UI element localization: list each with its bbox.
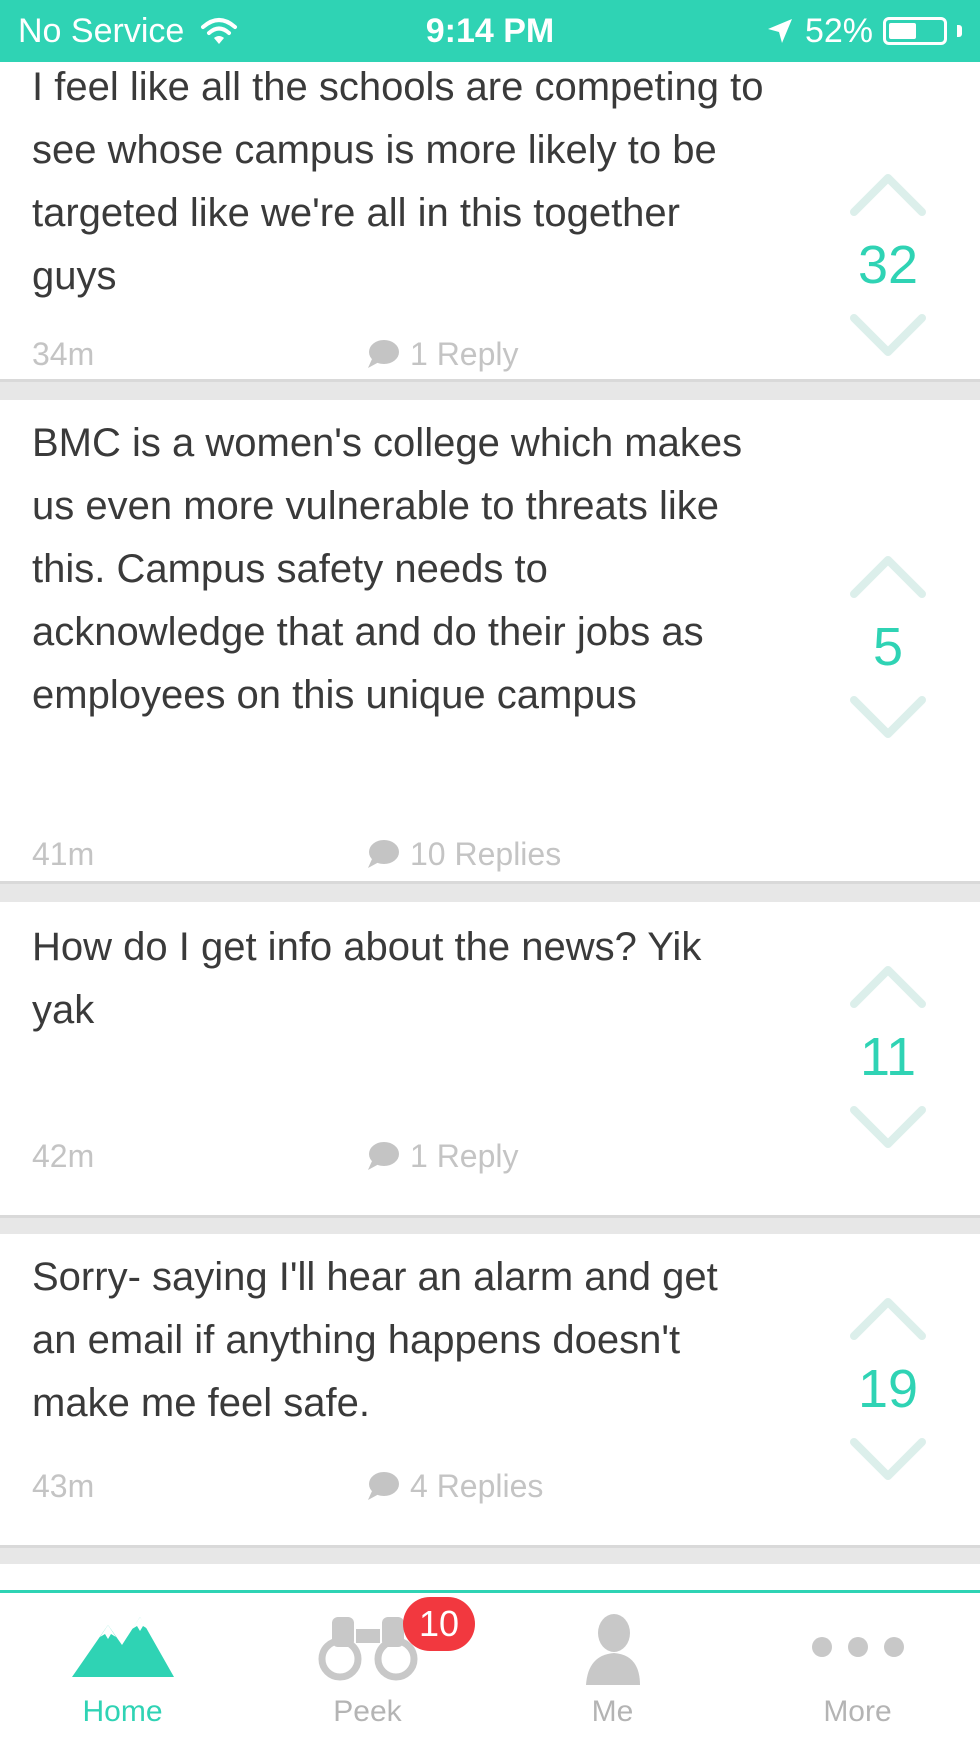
post-time: 42m [32,1138,95,1174]
post-replies[interactable]: 1 Reply [366,1136,519,1176]
downvote-icon[interactable] [848,1104,928,1152]
comment-bubble-icon [368,1142,399,1170]
comment-bubble-icon [368,840,399,868]
tab-more-icon-wrap [735,1611,980,1691]
post-time: 43m [32,1468,95,1504]
downvote-icon[interactable] [848,312,928,360]
tab-peek[interactable]: 10 Peek [245,1593,490,1740]
carrier-label: No Service [18,11,185,50]
post-replies[interactable]: 10 Replies [366,834,561,874]
post-replies[interactable]: 1 Reply [366,334,519,374]
post-text: I feel like all the schools are competin… [32,65,764,298]
upvote-icon[interactable] [848,552,928,600]
battery-tip [957,25,962,37]
clock: 9:14 PM [425,11,555,50]
upvote-icon[interactable] [848,1294,928,1342]
location-arrow-icon [767,19,792,43]
mountain-icon [71,1617,174,1677]
tab-label: More [823,1695,892,1728]
downvote-icon[interactable] [848,694,928,742]
battery-icon [883,17,947,45]
battery-percent: 52% [804,11,873,50]
tab-label: Peek [333,1695,402,1728]
post-card[interactable]: I feel like all the schools are competin… [0,62,980,382]
tab-me-icon-wrap [490,1611,735,1691]
tab-bar: Home 10 Peek Me More [0,1590,980,1740]
tab-home[interactable]: Home [0,1593,245,1740]
post-card-partial[interactable] [0,1564,980,1590]
post-text: BMC is a women's college which makes us … [32,421,743,717]
status-left: No Service [18,12,378,51]
post-text: How do I get info about the news? Yik ya… [32,925,702,1032]
post-card[interactable]: How do I get info about the news? Yik ya… [0,902,980,1218]
reply-count: 10 Replies [410,836,562,872]
battery-level [889,23,917,39]
tab-label: Home [82,1695,163,1728]
post-card[interactable]: Sorry- saying I'll hear an alarm and get… [0,1234,980,1548]
post-replies[interactable]: 4 Replies [366,1466,543,1506]
wifi-icon [201,18,238,44]
downvote-icon[interactable] [848,1436,928,1484]
tab-me[interactable]: Me [490,1593,735,1740]
comment-bubble-icon [368,340,399,368]
vote-control: 19 [838,1294,938,1484]
vote-control: 11 [838,962,938,1152]
person-icon [585,1614,640,1685]
more-dots-icon [811,1637,904,1657]
vote-control: 5 [838,552,938,742]
tab-home-icon-wrap [0,1611,245,1691]
vote-count: 19 [857,1359,919,1419]
vote-count: 11 [859,1027,917,1087]
status-bar: No Service 9:14 PM 52% [0,0,980,62]
vote-count: 5 [872,617,904,677]
tab-more[interactable]: More [735,1593,980,1740]
upvote-icon[interactable] [848,170,928,218]
tab-label: Me [591,1695,634,1728]
post-text: Sorry- saying I'll hear an alarm and get… [32,1255,718,1425]
vote-count: 32 [857,235,919,295]
post-time: 34m [32,336,95,372]
notification-badge: 10 [403,1597,475,1651]
post-card[interactable]: BMC is a women's college which makes us … [0,400,980,884]
upvote-icon[interactable] [848,962,928,1010]
reply-count: 4 Replies [410,1468,544,1504]
status-right: 52% [602,12,962,51]
vote-control: 32 [838,170,938,360]
reply-count: 1 Reply [410,336,519,372]
feed-list[interactable]: I feel like all the schools are competin… [0,62,980,1590]
comment-bubble-icon [368,1472,399,1500]
reply-count: 1 Reply [410,1138,519,1174]
post-time: 41m [32,836,95,872]
